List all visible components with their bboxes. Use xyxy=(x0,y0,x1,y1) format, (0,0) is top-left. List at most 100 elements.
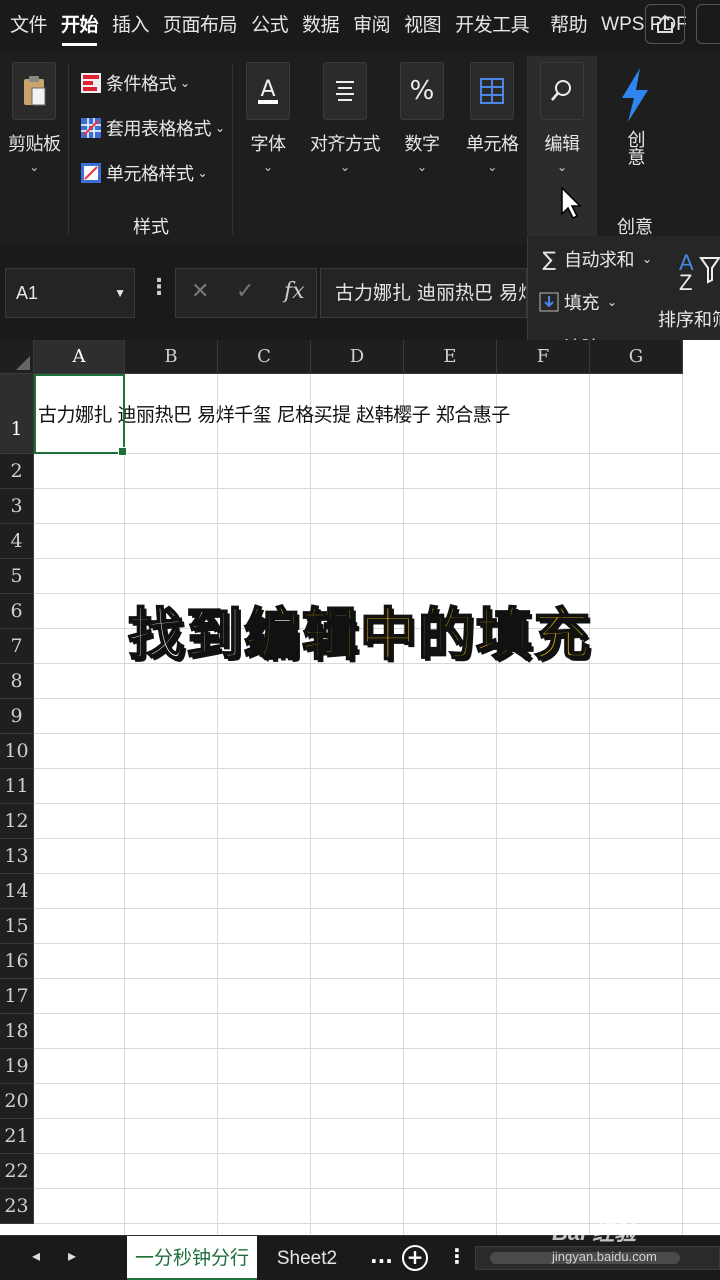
row-header-1[interactable]: 1 xyxy=(0,374,34,454)
row-gridline xyxy=(34,698,720,699)
row-gridline xyxy=(34,733,720,734)
chevron-down-icon[interactable]: ⌄ xyxy=(29,160,39,174)
column-header-g[interactable]: G xyxy=(590,340,683,374)
row-header-22[interactable]: 22 xyxy=(0,1154,34,1189)
name-box[interactable]: A1 ▼ xyxy=(5,268,135,318)
row-header-19[interactable]: 19 xyxy=(0,1049,34,1084)
selected-cell-a1[interactable] xyxy=(34,374,127,456)
menu-tab-home[interactable]: 开始 xyxy=(54,0,105,50)
font-button[interactable]: A 字体 ⌄ xyxy=(246,62,290,174)
sheet-tab-active[interactable]: 一分秒钟分行 xyxy=(127,1236,257,1280)
row-gridline xyxy=(34,1153,720,1154)
share-button[interactable] xyxy=(645,4,685,44)
alignment-button[interactable]: 对齐方式 ⌄ xyxy=(310,62,381,174)
video-caption: 找到编辑中的填充 xyxy=(0,590,720,671)
cell-style-button[interactable]: 单元格样式 ⌄ xyxy=(80,160,208,186)
row-header-13[interactable]: 13 xyxy=(0,839,34,874)
chevron-down-icon[interactable]: ⌄ xyxy=(417,160,427,174)
row-gridline xyxy=(34,908,720,909)
column-gridline xyxy=(217,374,218,1235)
chevron-down-icon: ⌄ xyxy=(607,295,617,309)
number-button[interactable]: % 数字 ⌄ xyxy=(400,62,444,174)
row-header-9[interactable]: 9 xyxy=(0,699,34,734)
row-header-15[interactable]: 15 xyxy=(0,909,34,944)
row-header-16[interactable]: 16 xyxy=(0,944,34,979)
account-button[interactable] xyxy=(696,4,720,44)
menu-tab-insert[interactable]: 插入 xyxy=(105,0,156,50)
watermark-logo: Bai 经验 jingyan.baidu.com xyxy=(552,1215,720,1265)
column-header-a[interactable]: A xyxy=(34,340,125,374)
row-header-2[interactable]: 2 xyxy=(0,454,34,489)
confirm-icon[interactable]: ✓ xyxy=(236,279,254,304)
row-header-12[interactable]: 12 xyxy=(0,804,34,839)
chevron-down-icon[interactable]: ⌄ xyxy=(263,160,273,174)
editing-label: 编辑 xyxy=(544,134,581,155)
next-sheet-icon[interactable]: ▸ xyxy=(68,1246,76,1265)
column-header-c[interactable]: C xyxy=(218,340,311,374)
column-header-f[interactable]: F xyxy=(497,340,590,374)
column-header-b[interactable]: B xyxy=(125,340,218,374)
row-header-17[interactable]: 17 xyxy=(0,979,34,1014)
svg-text:A: A xyxy=(260,77,275,102)
clipboard-button[interactable]: 剪贴板 ⌄ xyxy=(8,62,61,174)
fill-label: 填充 xyxy=(564,293,600,314)
more-options-icon[interactable]: ⋮ xyxy=(148,275,170,300)
menu-bar: 文件 开始 插入 页面布局 公式 数据 审阅 视图 开发工具 帮助 WPS PD… xyxy=(0,0,720,50)
more-sheets-button[interactable]: ... xyxy=(370,1244,393,1268)
menu-tab-view[interactable]: 视图 xyxy=(397,0,448,50)
row-header-4[interactable]: 4 xyxy=(0,524,34,559)
table-format-button[interactable]: 套用表格格式 ⌄ xyxy=(80,115,225,141)
row-header-11[interactable]: 11 xyxy=(0,769,34,804)
prev-sheet-icon[interactable]: ◂ xyxy=(32,1246,40,1265)
menu-tab-review[interactable]: 审阅 xyxy=(346,0,397,50)
percent-icon: % xyxy=(400,62,444,120)
conditional-format-button[interactable]: 条件格式 ⌄ xyxy=(80,70,190,96)
fill-button[interactable]: 填充 ⌄ xyxy=(538,289,617,315)
chevron-down-icon[interactable]: ⌄ xyxy=(557,160,567,174)
cells-button[interactable]: 单元格 ⌄ xyxy=(466,62,519,174)
row-gridline xyxy=(34,838,720,839)
chevron-down-icon[interactable]: ⌄ xyxy=(487,160,497,174)
align-icon xyxy=(323,62,367,120)
menu-tab-page-layout[interactable]: 页面布局 xyxy=(156,0,244,50)
menu-tab-file[interactable]: 文件 xyxy=(0,0,54,50)
menu-tab-help[interactable]: 帮助 xyxy=(543,0,594,50)
caret-down-icon[interactable]: ▼ xyxy=(114,269,126,317)
add-sheet-icon[interactable]: + xyxy=(402,1245,428,1271)
function-icon[interactable]: fx xyxy=(284,279,305,304)
autosum-button[interactable]: ∑ 自动求和 ⌄ xyxy=(538,246,653,272)
row-header-18[interactable]: 18 xyxy=(0,1014,34,1049)
menu-tab-formulas[interactable]: 公式 xyxy=(244,0,295,50)
row-header-3[interactable]: 3 xyxy=(0,489,34,524)
row-header-5[interactable]: 5 xyxy=(0,559,34,594)
sheet-menu-icon[interactable]: ⋮ xyxy=(447,1244,467,1268)
column-gridline xyxy=(496,374,497,1235)
creative-button[interactable]: 创意 xyxy=(612,66,657,165)
column-gridline xyxy=(124,374,125,1235)
row-gridline xyxy=(34,488,720,489)
column-header-e[interactable]: E xyxy=(404,340,497,374)
font-icon: A xyxy=(246,62,290,120)
sheet-tab-sheet2[interactable]: Sheet2 xyxy=(262,1236,352,1280)
formula-buttons: ✕ ✓ fx xyxy=(175,268,317,318)
column-gridline xyxy=(682,374,683,1235)
select-all-corner[interactable] xyxy=(0,340,34,374)
menu-tab-developer[interactable]: 开发工具 xyxy=(448,0,543,50)
row-header-14[interactable]: 14 xyxy=(0,874,34,909)
sort-filter-icon: AZ xyxy=(679,250,720,295)
row-header-23[interactable]: 23 xyxy=(0,1189,34,1224)
row-header-21[interactable]: 21 xyxy=(0,1119,34,1154)
formula-input[interactable]: 古力娜扎 迪丽热巴 易烊千玺 尼格买提 赵韩樱子 郑合惠子 xyxy=(320,268,527,318)
column-header-d[interactable]: D xyxy=(311,340,404,374)
cancel-icon[interactable]: ✕ xyxy=(191,279,209,304)
cell-style-label: 单元格样式 xyxy=(106,164,194,185)
creative-label: 创意 xyxy=(624,130,646,165)
spreadsheet-grid[interactable]: ABCDEFG 1 2 3 4 5 6 7 8 9 10 11 12 13 14 15 16 17 18 19 20 2… xyxy=(0,340,720,1235)
menu-tab-data[interactable]: 数据 xyxy=(295,0,346,50)
font-label: 字体 xyxy=(250,134,287,155)
table-format-label: 套用表格格式 xyxy=(106,119,212,140)
row-header-10[interactable]: 10 xyxy=(0,734,34,769)
chevron-down-icon[interactable]: ⌄ xyxy=(340,160,350,174)
row-gridline xyxy=(34,768,720,769)
row-header-20[interactable]: 20 xyxy=(0,1084,34,1119)
